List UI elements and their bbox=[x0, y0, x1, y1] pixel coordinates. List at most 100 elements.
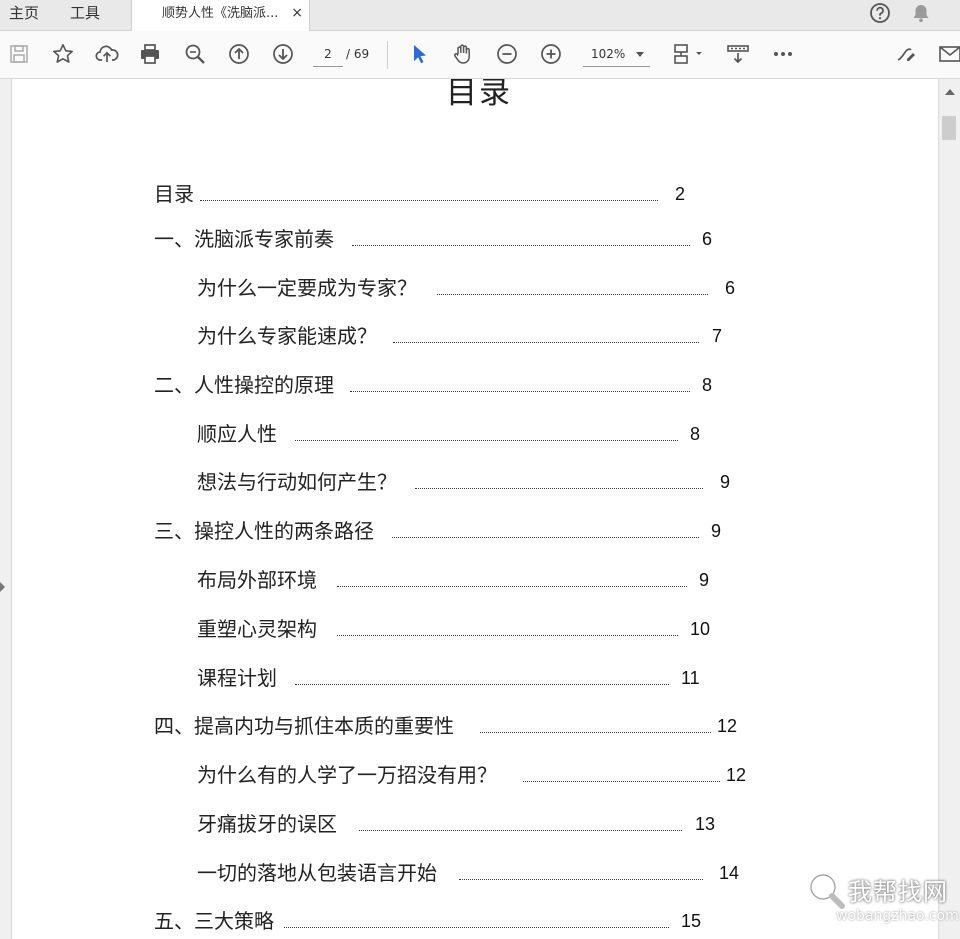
arrow-down-circle-icon[interactable] bbox=[271, 42, 295, 66]
toc-entry-title: 布局外部环境 bbox=[197, 568, 317, 592]
zoom-select[interactable]: 102% bbox=[583, 42, 650, 67]
toc-entry[interactable]: 三、操控人性的两条路径 9 bbox=[154, 519, 774, 543]
toc-entry[interactable]: 四、提高内功与抓住本质的重要性 12 bbox=[154, 714, 774, 738]
bell-icon[interactable] bbox=[910, 2, 932, 24]
scroll-up-icon[interactable] bbox=[945, 89, 955, 95]
toc-entry[interactable]: 为什么专家能速成？ 7 bbox=[197, 324, 817, 348]
pointer-icon[interactable] bbox=[408, 42, 432, 66]
toc-entry-title: 目录 bbox=[154, 182, 194, 206]
zoom-in-icon[interactable] bbox=[539, 42, 563, 66]
document-page: 目录 目录 2 一、洗脑派专家前奏 6 为什么一定要成为专家？ 6 为什么专家能速成？ 7 二、… bbox=[12, 79, 938, 939]
toc-entry-title: 一切的落地从包装语言开始 bbox=[197, 861, 437, 885]
toc-entry[interactable]: 牙痛拔牙的误区 13 bbox=[197, 812, 817, 836]
toc-entry[interactable]: 二、人性操控的原理 8 bbox=[154, 373, 774, 397]
toc-entry-page: 12 bbox=[726, 765, 747, 785]
toc-entry[interactable]: 为什么一定要成为专家？ 6 bbox=[197, 276, 817, 300]
toc-entry[interactable]: 一、洗脑派专家前奏 6 bbox=[154, 227, 774, 251]
toc-dot-leader bbox=[295, 684, 669, 685]
cloud-upload-icon[interactable] bbox=[95, 42, 119, 66]
toc-dot-leader bbox=[393, 342, 699, 343]
save-icon[interactable] bbox=[7, 42, 31, 66]
toc-entry[interactable]: 五、三大策略 15 bbox=[154, 909, 774, 933]
toc-dot-leader bbox=[415, 488, 703, 489]
toc-dot-leader bbox=[480, 732, 711, 733]
toc-entry[interactable]: 课程计划 11 bbox=[197, 666, 817, 690]
toc-entry-page: 7 bbox=[712, 326, 723, 346]
toc-entry-page: 11 bbox=[681, 668, 700, 688]
toc-dot-leader bbox=[437, 294, 708, 295]
toc-entry-title: 四、提高内功与抓住本质的重要性 bbox=[154, 714, 454, 738]
toc-entry-title: 五、三大策略 bbox=[154, 909, 274, 933]
close-tab-icon[interactable]: × bbox=[291, 0, 303, 27]
toc-entry-page: 12 bbox=[717, 716, 738, 736]
toc-entry-title: 顺应人性 bbox=[197, 422, 277, 446]
tab-bar: 主页 工具 顺势人性《洗脑派... × bbox=[0, 0, 960, 31]
scroll-thumb[interactable] bbox=[942, 116, 956, 140]
toc-entry-page: 9 bbox=[711, 521, 722, 541]
toc-dot-leader bbox=[200, 200, 658, 201]
toc-entry-page: 9 bbox=[720, 472, 731, 492]
toc-entry[interactable]: 顺应人性 8 bbox=[197, 422, 817, 446]
toc-dot-leader bbox=[359, 830, 682, 831]
toc-entry[interactable]: 布局外部环境 9 bbox=[197, 568, 817, 592]
toc-entry-page: 6 bbox=[702, 229, 713, 249]
toc-entry-title: 为什么有的人学了一万招没有用？ bbox=[197, 763, 497, 787]
scroll-mode-icon[interactable] bbox=[726, 42, 750, 66]
toc-entry-page: 15 bbox=[681, 911, 702, 931]
arrow-up-circle-icon[interactable] bbox=[227, 42, 251, 66]
toc-dot-leader bbox=[337, 635, 678, 636]
page-heading: 目录 bbox=[446, 79, 512, 111]
tab-tools[interactable]: 工具 bbox=[70, 0, 100, 30]
toc-entry[interactable]: 为什么有的人学了一万招没有用？ 12 bbox=[197, 763, 817, 787]
toc-entry-title: 想法与行动如何产生？ bbox=[197, 470, 397, 494]
toc-dot-leader bbox=[352, 245, 690, 246]
left-panel-toggle[interactable] bbox=[0, 79, 12, 939]
toc-dot-leader bbox=[459, 879, 703, 880]
document-tab-title: 顺势人性《洗脑派... bbox=[162, 6, 279, 21]
toc-entry-title: 三、操控人性的两条路径 bbox=[154, 519, 374, 543]
toc-entry-title: 重塑心灵架构 bbox=[197, 617, 317, 641]
toc-entry-title: 课程计划 bbox=[197, 666, 277, 690]
toc-entry-page: 10 bbox=[690, 619, 711, 639]
toc-entry-title: 二、人性操控的原理 bbox=[154, 373, 334, 397]
toc-dot-leader bbox=[350, 391, 690, 392]
print-icon[interactable] bbox=[138, 42, 162, 66]
magnifier-logo-icon bbox=[809, 873, 845, 909]
watermark-name: 我帮找网 bbox=[848, 878, 948, 906]
toc-entry[interactable]: 一切的落地从包装语言开始 14 bbox=[197, 861, 817, 885]
star-icon[interactable] bbox=[51, 42, 75, 66]
toc-entry[interactable]: 重塑心灵架构 10 bbox=[197, 617, 817, 641]
page-number-input[interactable]: 2 bbox=[313, 42, 343, 67]
toolbar-divider bbox=[387, 41, 388, 69]
sign-icon[interactable] bbox=[894, 42, 918, 66]
toc-entry-title: 为什么一定要成为专家？ bbox=[197, 276, 417, 300]
hand-icon[interactable] bbox=[451, 42, 475, 66]
toc-dot-leader bbox=[337, 586, 687, 587]
toc-entry[interactable]: 想法与行动如何产生？ 9 bbox=[197, 470, 817, 494]
page-layout-icon[interactable] bbox=[672, 42, 706, 66]
toc-dot-leader bbox=[523, 781, 720, 782]
toc-dot-leader bbox=[295, 440, 678, 441]
toc-dot-leader bbox=[392, 537, 699, 538]
toc-entry-title: 一、洗脑派专家前奏 bbox=[154, 227, 334, 251]
more-icon[interactable] bbox=[771, 42, 795, 66]
toc-entry-page: 6 bbox=[725, 278, 736, 298]
toc-entry-title: 牙痛拔牙的误区 bbox=[197, 812, 337, 836]
tab-home[interactable]: 主页 bbox=[9, 0, 39, 30]
vertical-scrollbar[interactable] bbox=[938, 79, 960, 939]
toc-entry-page: 2 bbox=[675, 184, 686, 204]
zoom-search-icon[interactable] bbox=[183, 42, 207, 66]
toc-entry[interactable]: 目录 2 bbox=[154, 182, 774, 206]
watermark: 我帮找网 wobangzhao.com bbox=[800, 866, 959, 936]
zoom-value: 102% bbox=[591, 47, 626, 61]
zoom-out-icon[interactable] bbox=[495, 42, 519, 66]
help-icon[interactable] bbox=[869, 2, 891, 24]
expand-arrow-icon[interactable] bbox=[0, 582, 5, 592]
toc-dot-leader bbox=[284, 927, 669, 928]
chevron-down-icon bbox=[636, 52, 644, 57]
email-icon[interactable] bbox=[938, 42, 960, 66]
tab-document[interactable]: 顺势人性《洗脑派... × bbox=[131, 0, 310, 31]
toc-entry-page: 8 bbox=[702, 375, 713, 395]
toc-entry-page: 9 bbox=[699, 570, 710, 590]
toc-entry-page: 14 bbox=[719, 863, 740, 883]
